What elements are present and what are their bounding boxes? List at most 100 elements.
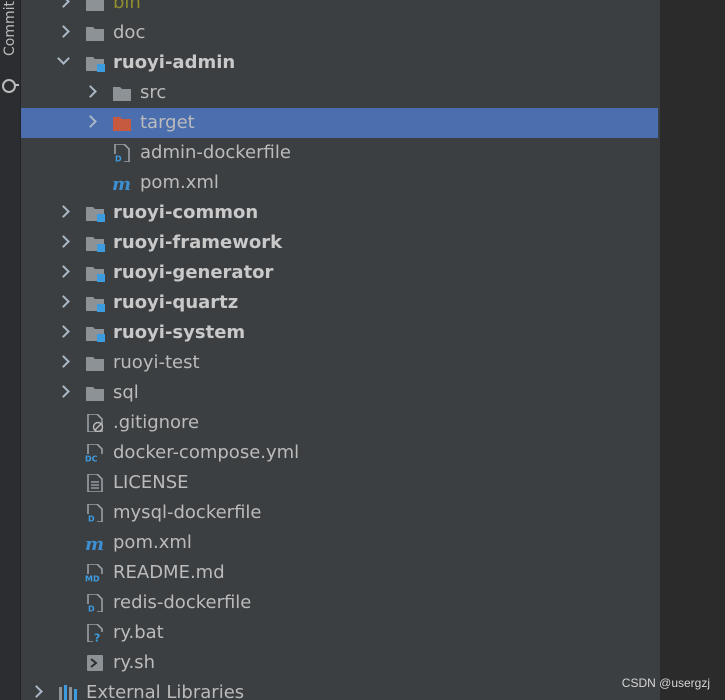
commit-tool-tab[interactable]: Commit <box>0 0 20 95</box>
tree-node-label: ry.sh <box>113 652 155 673</box>
tree-node-label: bin <box>113 0 141 13</box>
editor-area <box>660 0 725 700</box>
module-folder-icon <box>86 327 105 342</box>
maven-icon: m <box>85 534 104 552</box>
excluded-folder-icon <box>113 117 131 131</box>
svg-text:D: D <box>88 605 95 613</box>
tree-node-label: ry.bat <box>113 622 164 643</box>
markdown-icon: MD <box>85 564 104 583</box>
tree-node-label: ruoyi-test <box>113 352 200 373</box>
svg-text:m: m <box>85 534 104 552</box>
tree-node-bin[interactable]: bin <box>21 0 658 18</box>
watermark: CSDN @usergzj <box>621 676 710 690</box>
chevron-right-icon[interactable] <box>57 265 70 278</box>
chevron-down-icon[interactable] <box>57 52 70 65</box>
tree-node-ry-sh[interactable]: ry.sh <box>21 648 658 678</box>
module-folder-icon <box>86 267 105 282</box>
svg-text:?: ? <box>94 632 100 643</box>
tree-node-label: target <box>140 112 195 133</box>
svg-text:m: m <box>112 174 131 192</box>
tree-node-label: doc <box>113 22 146 43</box>
tree-node-label: admin-dockerfile <box>140 142 291 163</box>
tree-node-ruoyi-quartz[interactable]: ruoyi-quartz <box>21 288 658 318</box>
svg-text:D: D <box>88 515 95 523</box>
svg-text:D: D <box>115 155 122 163</box>
svg-text:DC: DC <box>85 455 98 463</box>
svg-text:MD: MD <box>85 575 100 583</box>
tree-node-label: pom.xml <box>140 172 219 193</box>
tree-node-doc[interactable]: doc <box>21 18 658 48</box>
tree-node-gitignore[interactable]: .gitignore <box>21 408 658 438</box>
module-folder-icon <box>86 297 105 312</box>
library-icon <box>59 685 77 700</box>
dockerfile-icon: D <box>87 504 103 523</box>
chevron-right-icon[interactable] <box>57 25 70 38</box>
folder-icon <box>86 0 104 11</box>
tree-node-sql[interactable]: sql <box>21 378 658 408</box>
tree-node-label: mysql-dockerfile <box>113 502 262 523</box>
folder-icon <box>86 357 104 371</box>
chevron-right-icon[interactable] <box>57 325 70 338</box>
tree-node-docker-compose[interactable]: DC docker-compose.yml <box>21 438 658 468</box>
tree-node-label: ruoyi-system <box>113 322 246 343</box>
tree-node-mysql-dockerfile[interactable]: D mysql-dockerfile <box>21 498 658 528</box>
tree-node-ruoyi-framework[interactable]: ruoyi-framework <box>21 228 658 258</box>
tree-node-redis-dockerfile[interactable]: D redis-dockerfile <box>21 588 658 618</box>
tree-node-root-pom[interactable]: m pom.xml <box>21 528 658 558</box>
folder-icon <box>113 87 131 101</box>
folder-icon <box>86 27 104 41</box>
left-tool-stripe: Commit <box>0 0 21 700</box>
tree-node-ruoyi-common[interactable]: ruoyi-common <box>21 198 658 228</box>
tree-node-src[interactable]: src <box>21 78 658 108</box>
tree-node-admin-pom[interactable]: m pom.xml <box>21 168 658 198</box>
docker-compose-icon: DC <box>85 444 104 463</box>
dockerfile-icon: D <box>87 594 103 613</box>
chevron-right-icon[interactable] <box>84 115 97 128</box>
tree-node-ruoyi-generator[interactable]: ruoyi-generator <box>21 258 658 288</box>
tree-node-ruoyi-system[interactable]: ruoyi-system <box>21 318 658 348</box>
commit-icon <box>2 79 19 93</box>
tree-node-label: .gitignore <box>113 412 200 433</box>
chevron-right-icon[interactable] <box>57 0 70 8</box>
tree-node-readme[interactable]: MD README.md <box>21 558 658 588</box>
tree-node-label: README.md <box>113 562 225 583</box>
tree-node-label: sql <box>113 382 139 403</box>
tree-node-license[interactable]: LICENSE <box>21 468 658 498</box>
tree-node-ruoyi-admin[interactable]: ruoyi-admin <box>21 48 658 78</box>
chevron-right-icon[interactable] <box>30 685 43 698</box>
tree-node-label: External Libraries <box>86 682 245 700</box>
maven-icon: m <box>112 174 131 192</box>
tree-node-label: ruoyi-quartz <box>113 292 239 313</box>
tree-node-label: src <box>140 82 167 103</box>
dockerfile-icon: D <box>114 144 130 163</box>
chevron-right-icon[interactable] <box>57 205 70 218</box>
tree-node-ry-bat[interactable]: ? ry.bat <box>21 618 658 648</box>
tree-node-label: ruoyi-framework <box>113 232 283 253</box>
module-folder-icon <box>86 207 105 222</box>
tree-node-label: LICENSE <box>113 472 189 493</box>
tree-node-external-libraries[interactable]: External Libraries <box>21 678 658 700</box>
chevron-right-icon[interactable] <box>84 85 97 98</box>
tree-node-label: ruoyi-generator <box>113 262 274 283</box>
module-folder-icon <box>86 237 105 252</box>
commit-tab-label: Commit <box>2 1 18 56</box>
folder-icon <box>86 387 104 401</box>
text-file-icon <box>87 474 103 492</box>
project-tree: bin doc ruoyi-admin src target D admin-d… <box>21 0 660 700</box>
tree-node-ruoyi-test[interactable]: ruoyi-test <box>21 348 658 378</box>
tree-node-label: docker-compose.yml <box>113 442 300 463</box>
chevron-right-icon[interactable] <box>57 295 70 308</box>
chevron-right-icon[interactable] <box>57 235 70 248</box>
tree-node-label: ruoyi-admin <box>113 52 236 73</box>
unknown-file-icon: ? <box>87 624 104 643</box>
shell-script-icon <box>87 655 103 671</box>
chevron-right-icon[interactable] <box>57 385 70 398</box>
tree-node-admin-dockerfile[interactable]: D admin-dockerfile <box>21 138 658 168</box>
tree-node-label: ruoyi-common <box>113 202 259 223</box>
module-folder-icon <box>86 57 105 72</box>
tree-node-target[interactable]: target <box>21 108 658 138</box>
tree-node-label: redis-dockerfile <box>113 592 252 613</box>
gitignore-icon <box>87 414 104 432</box>
chevron-right-icon[interactable] <box>57 355 70 368</box>
tree-node-label: pom.xml <box>113 532 192 553</box>
